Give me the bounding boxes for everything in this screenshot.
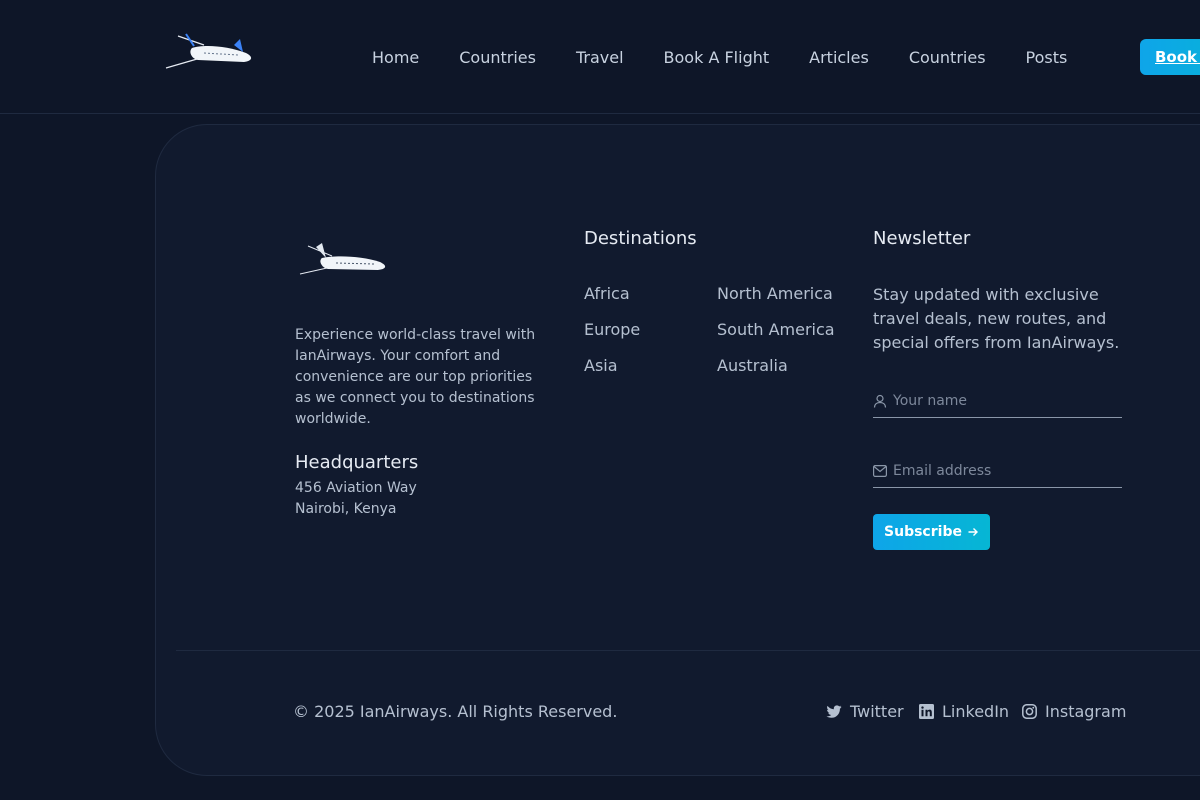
book-flight-button[interactable]: Book a Flight bbox=[1140, 39, 1200, 75]
linkedin-label: LinkedIn bbox=[942, 702, 1010, 721]
linkedin-icon bbox=[919, 704, 934, 719]
nav-posts[interactable]: Posts bbox=[1026, 48, 1068, 67]
destination-europe[interactable]: Europe bbox=[584, 320, 640, 339]
social-linkedin-link[interactable]: LinkedIn bbox=[919, 702, 1009, 721]
nav-book-a-flight[interactable]: Book A Flight bbox=[664, 48, 770, 67]
hq-city: Nairobi, Kenya bbox=[295, 501, 397, 517]
arrow-right-icon bbox=[968, 528, 978, 536]
user-icon bbox=[873, 394, 887, 408]
nav-countries[interactable]: Countries bbox=[459, 48, 536, 67]
destination-south-america[interactable]: South America bbox=[717, 320, 835, 339]
site-header: Home Countries Travel Book A Flight Arti… bbox=[0, 0, 1200, 114]
nav-articles[interactable]: Articles bbox=[809, 48, 869, 67]
airplane-footer-logo-icon bbox=[299, 243, 386, 275]
mail-icon bbox=[873, 464, 887, 477]
email-field bbox=[873, 454, 1122, 488]
destinations-title: Destinations bbox=[584, 228, 697, 249]
instagram-label: Instagram bbox=[1045, 702, 1127, 721]
company-about-text: Experience world-class travel with IanAi… bbox=[295, 327, 536, 427]
email-input[interactable] bbox=[893, 462, 1113, 479]
name-field bbox=[873, 384, 1122, 418]
social-instagram-link[interactable]: Instagram bbox=[1022, 702, 1126, 721]
destination-africa[interactable]: Africa bbox=[584, 284, 630, 303]
name-input[interactable] bbox=[893, 392, 1113, 409]
subscribe-button[interactable]: Subscribe bbox=[873, 514, 990, 550]
main-nav: Home Countries Travel Book A Flight Arti… bbox=[372, 0, 1067, 114]
destination-asia[interactable]: Asia bbox=[584, 356, 618, 375]
social-twitter-link[interactable]: Twitter bbox=[826, 702, 904, 721]
airplane-logo-icon[interactable] bbox=[164, 30, 256, 72]
destination-north-america[interactable]: North America bbox=[717, 284, 833, 303]
hq-street: 456 Aviation Way bbox=[295, 480, 417, 496]
headquarters-title: Headquarters bbox=[295, 452, 419, 473]
twitter-icon bbox=[826, 704, 842, 718]
nav-travel[interactable]: Travel bbox=[576, 48, 624, 67]
footer-card bbox=[155, 124, 1200, 776]
newsletter-description: Stay updated with exclusive travel deals… bbox=[873, 285, 1120, 352]
nav-countries-2[interactable]: Countries bbox=[909, 48, 986, 67]
instagram-icon bbox=[1022, 704, 1037, 719]
destination-australia[interactable]: Australia bbox=[717, 356, 788, 375]
copyright-text: © 2025 IanAirways. All Rights Reserved. bbox=[293, 702, 618, 721]
newsletter-title: Newsletter bbox=[873, 228, 971, 249]
nav-home[interactable]: Home bbox=[372, 48, 419, 67]
subscribe-label: Subscribe bbox=[884, 524, 962, 540]
footer-divider bbox=[176, 650, 1200, 651]
twitter-label: Twitter bbox=[850, 702, 904, 721]
